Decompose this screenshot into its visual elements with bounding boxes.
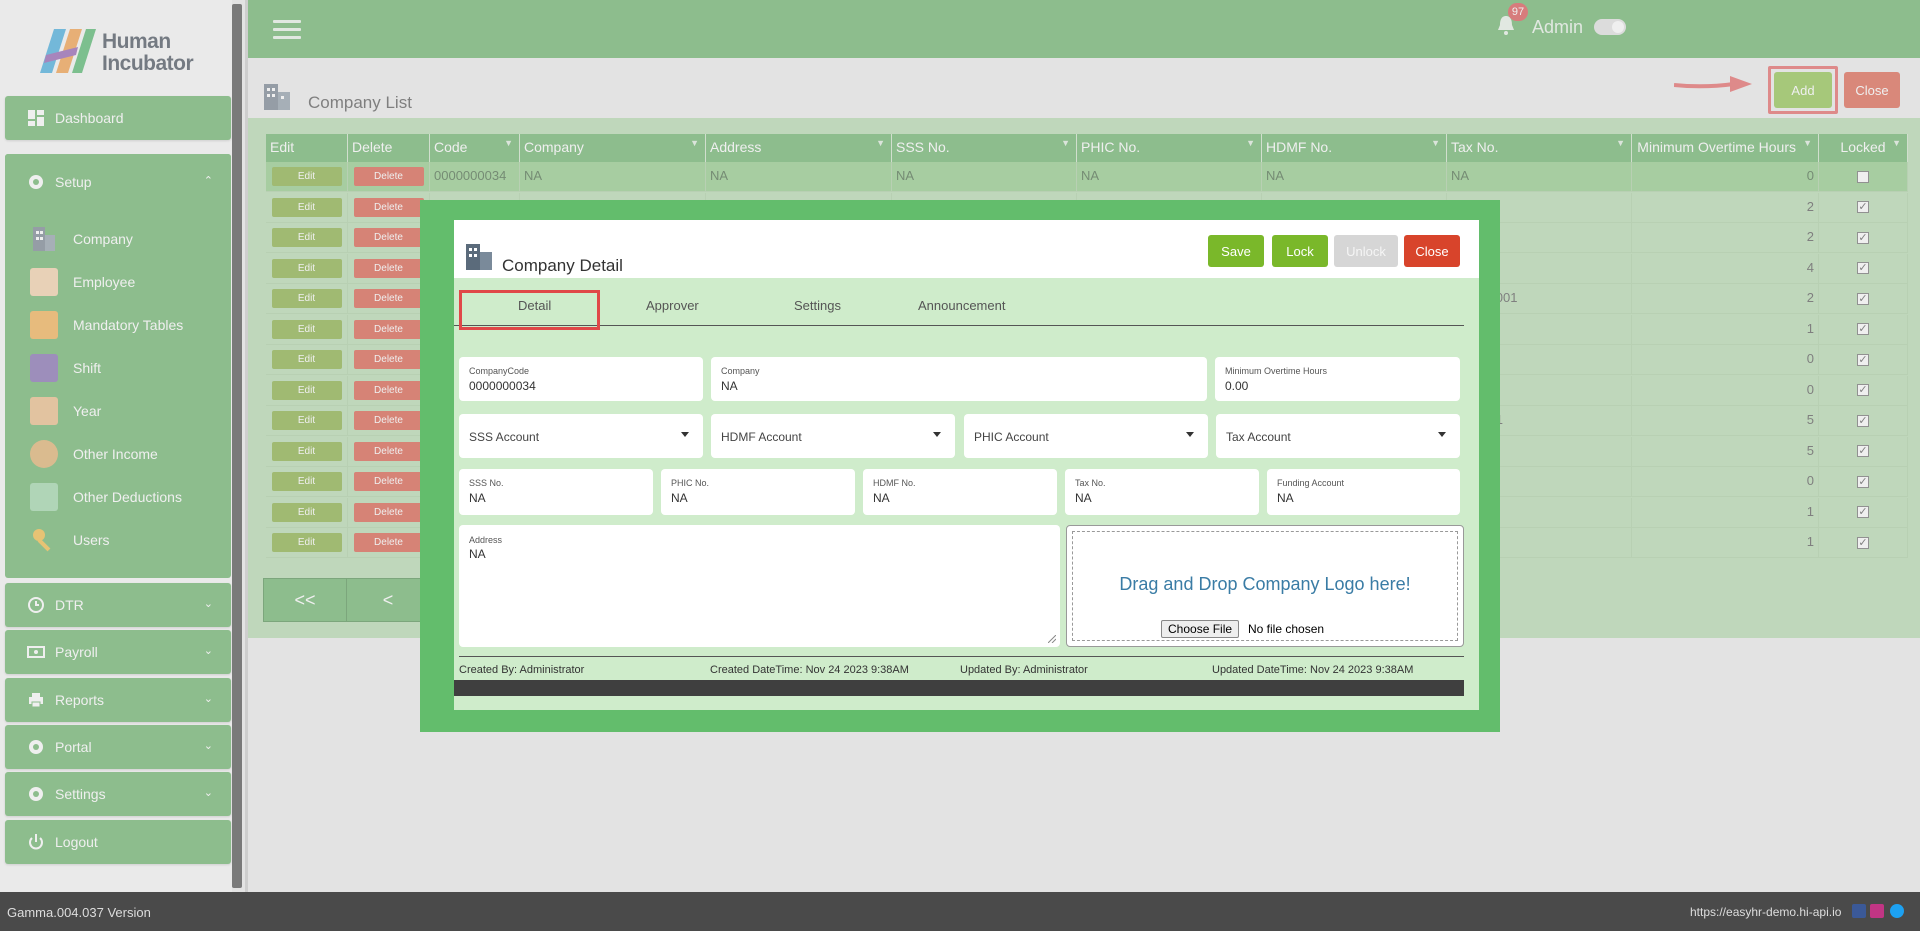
- field-value: 0000000034: [469, 379, 536, 393]
- phic-no-field[interactable]: PHIC No. NA: [661, 469, 855, 515]
- created-by: Created By: Administrator: [459, 664, 585, 676]
- field-value: NA: [721, 379, 738, 393]
- updated-datetime: Updated DateTime: Nov 24 2023 9:38AM: [1212, 664, 1414, 676]
- facebook-icon[interactable]: [1852, 904, 1866, 918]
- field-value: NA: [469, 547, 486, 561]
- updated-by: Updated By: Administrator: [960, 664, 1088, 676]
- version-label: Gamma.004.037 Version: [7, 905, 151, 920]
- select-placeholder: HDMF Account: [721, 430, 802, 444]
- choose-file-button[interactable]: Choose File: [1161, 620, 1240, 638]
- caret-down-icon: [1186, 432, 1194, 437]
- tab-announcement[interactable]: Announcement: [918, 298, 1005, 313]
- drop-zone-border: Drag and Drop Company Logo here! Choose …: [1072, 531, 1458, 641]
- unlock-button[interactable]: Unlock: [1334, 235, 1398, 267]
- building-icon: [466, 244, 492, 270]
- divider: [459, 656, 1464, 657]
- select-placeholder: SSS Account: [469, 430, 540, 444]
- field-value: NA: [671, 491, 688, 505]
- address-textarea[interactable]: Address NA: [459, 525, 1060, 647]
- field-label: Funding Account: [1277, 478, 1345, 488]
- created-datetime: Created DateTime: Nov 24 2023 9:38AM: [710, 664, 909, 676]
- tab-detail-highlight: [459, 290, 600, 330]
- field-label: Tax No.: [1075, 478, 1106, 488]
- instagram-icon[interactable]: [1870, 904, 1884, 918]
- company-detail-modal: Company Detail Save Lock Unlock Close De…: [454, 220, 1479, 710]
- tax-account-select[interactable]: Tax Account: [1216, 414, 1460, 458]
- phic-account-select[interactable]: PHIC Account: [964, 414, 1208, 458]
- field-label: Address: [469, 535, 503, 545]
- tab-settings[interactable]: Settings: [794, 298, 841, 313]
- company-field[interactable]: Company NA: [711, 357, 1207, 401]
- field-label: HDMF No.: [873, 478, 916, 488]
- modal-title: Company Detail: [502, 256, 623, 275]
- logo-drop-zone[interactable]: Drag and Drop Company Logo here! Choose …: [1066, 525, 1464, 647]
- sss-account-select[interactable]: SSS Account: [459, 414, 703, 458]
- hdmf-no-field[interactable]: HDMF No. NA: [863, 469, 1057, 515]
- file-status: No file chosen: [1248, 622, 1325, 636]
- sss-no-field[interactable]: SSS No. NA: [459, 469, 653, 515]
- field-label: Company: [721, 366, 760, 376]
- min-overtime-field[interactable]: Minimum Overtime Hours 0.00: [1215, 357, 1460, 401]
- save-button[interactable]: Save: [1208, 235, 1264, 267]
- modal-tabs: Detail Approver Settings Announcement: [454, 288, 1464, 326]
- tab-approver[interactable]: Approver: [646, 298, 699, 313]
- field-label: SSS No.: [469, 478, 504, 488]
- field-label: PHIC No.: [671, 478, 710, 488]
- resize-handle-icon[interactable]: [1048, 635, 1056, 643]
- field-value: NA: [469, 491, 486, 505]
- select-placeholder: PHIC Account: [974, 430, 1049, 444]
- lock-button[interactable]: Lock: [1272, 235, 1328, 267]
- field-label: CompanyCode: [469, 366, 530, 376]
- field-value: NA: [1075, 491, 1092, 505]
- field-value: 0.00: [1225, 379, 1249, 393]
- hdmf-account-select[interactable]: HDMF Account: [711, 414, 955, 458]
- funding-account-field[interactable]: Funding Account NA: [1267, 469, 1460, 515]
- caret-down-icon: [681, 432, 689, 437]
- footer-bar: Gamma.004.037 Version https://easyhr-dem…: [0, 892, 1920, 931]
- modal-footer-bar: [454, 680, 1464, 696]
- twitter-icon[interactable]: [1890, 904, 1904, 918]
- caret-down-icon: [1438, 432, 1446, 437]
- site-url[interactable]: https://easyhr-demo.hi-api.io: [1690, 905, 1841, 919]
- field-value: NA: [873, 491, 890, 505]
- drop-zone-text: Drag and Drop Company Logo here!: [1119, 574, 1411, 594]
- modal-header: Company Detail Save Lock Unlock Close: [454, 220, 1479, 278]
- modal-close-button[interactable]: Close: [1404, 235, 1460, 267]
- field-value: NA: [1277, 491, 1294, 505]
- tax-no-field[interactable]: Tax No. NA: [1065, 469, 1259, 515]
- caret-down-icon: [933, 432, 941, 437]
- company-code-field[interactable]: CompanyCode 0000000034: [459, 357, 703, 401]
- field-label: Minimum Overtime Hours: [1225, 366, 1328, 376]
- select-placeholder: Tax Account: [1226, 430, 1291, 444]
